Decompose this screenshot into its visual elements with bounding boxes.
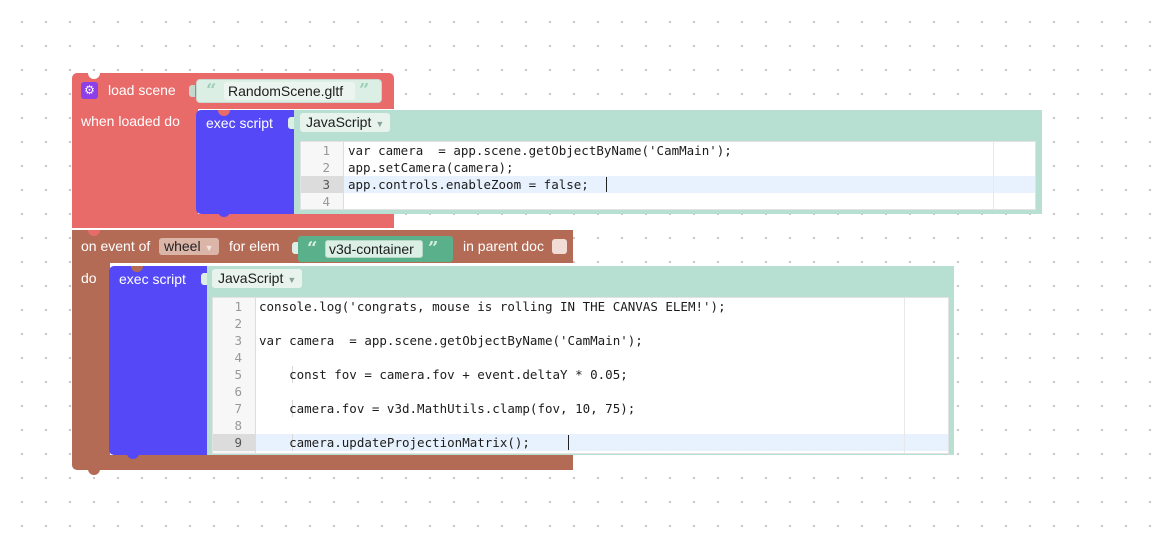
load-scene-label: load scene: [108, 82, 176, 98]
quote-open-icon: “: [206, 80, 217, 101]
exec-script-label: exec script: [206, 115, 273, 131]
code-line: console.log('congrats, mouse is rolling …: [259, 299, 726, 314]
code-line: var camera = app.scene.getObjectByName('…: [348, 143, 732, 158]
input-connector: [189, 85, 195, 97]
language-dropdown-value: JavaScript: [218, 270, 284, 286]
line-number: 3: [234, 333, 242, 348]
block-tab: [88, 469, 100, 475]
code-editor[interactable]: 1 2 3 4 var camera = app.scene.getObject…: [300, 141, 1036, 210]
event-dropdown[interactable]: wheel ▼: [159, 238, 219, 255]
input-connector: [201, 273, 207, 285]
on-event-label: on event of: [81, 238, 151, 254]
code-line: app.setCamera(camera);: [348, 160, 514, 175]
code-line: var camera = app.scene.getObjectByName('…: [259, 333, 643, 348]
exec-script-label: exec script: [119, 271, 186, 287]
text-cursor: [568, 435, 569, 450]
text-cursor: [606, 177, 607, 192]
code-line: const fov = camera.fov + event.deltaY * …: [259, 367, 628, 382]
code-line: camera.fov = v3d.MathUtils.clamp(fov, 10…: [259, 401, 636, 416]
load-scene-block-footer: [72, 214, 394, 228]
elem-id-input[interactable]: v3d-container: [325, 240, 423, 258]
language-dropdown[interactable]: JavaScript ▼: [212, 269, 303, 288]
input-connector: [288, 117, 294, 129]
code-line: app.controls.enableZoom = false;: [348, 177, 589, 192]
language-dropdown[interactable]: JavaScript ▼: [300, 113, 391, 132]
line-number: 1: [234, 299, 242, 314]
print-margin: [904, 298, 905, 453]
chevron-down-icon: ▼: [287, 275, 297, 285]
language-dropdown-value: JavaScript: [306, 114, 372, 130]
in-parent-doc-label: in parent doc: [463, 238, 544, 254]
in-parent-doc-checkbox[interactable]: [552, 239, 567, 254]
line-number: 3: [322, 177, 330, 192]
line-number: 4: [322, 194, 330, 209]
on-event-block-body: [72, 262, 110, 462]
code-line: camera.updateProjectionMatrix();: [259, 435, 530, 450]
elem-string-block[interactable]: “ v3d-container ”: [298, 236, 453, 262]
for-elem-label: for elem: [229, 238, 280, 254]
when-loaded-label: when loaded do: [81, 113, 180, 129]
line-number: 2: [234, 316, 242, 331]
line-number: 7: [234, 401, 242, 416]
print-margin: [993, 142, 994, 209]
line-number: 2: [322, 160, 330, 175]
chevron-down-icon: ▼: [204, 243, 214, 253]
line-number: 9: [234, 435, 242, 450]
do-label: do: [81, 270, 97, 286]
quote-close-icon: ”: [359, 80, 370, 101]
line-number: 8: [234, 418, 242, 433]
code-editor[interactable]: 1 2 3 4 5 6 7 8 9 console.log('congrats,…: [212, 297, 949, 454]
gear-icon[interactable]: ⚙: [81, 82, 98, 99]
exec-script-block[interactable]: [109, 266, 209, 455]
line-number: 5: [234, 367, 242, 382]
quote-open-icon: “: [307, 238, 318, 259]
event-dropdown-value: wheel: [164, 238, 201, 254]
scene-file-string-block[interactable]: “ RandomScene.gltf ”: [196, 79, 382, 103]
chevron-down-icon: ▼: [375, 119, 385, 129]
elem-id-text: v3d-container: [329, 241, 414, 257]
on-event-block-footer: [72, 455, 573, 470]
line-number: 6: [234, 384, 242, 399]
scene-file-input[interactable]: RandomScene.gltf: [224, 82, 355, 100]
quote-close-icon: ”: [428, 238, 439, 259]
scene-file-text: RandomScene.gltf: [228, 83, 344, 99]
line-number: 1: [322, 143, 330, 158]
line-number: 4: [234, 350, 242, 365]
